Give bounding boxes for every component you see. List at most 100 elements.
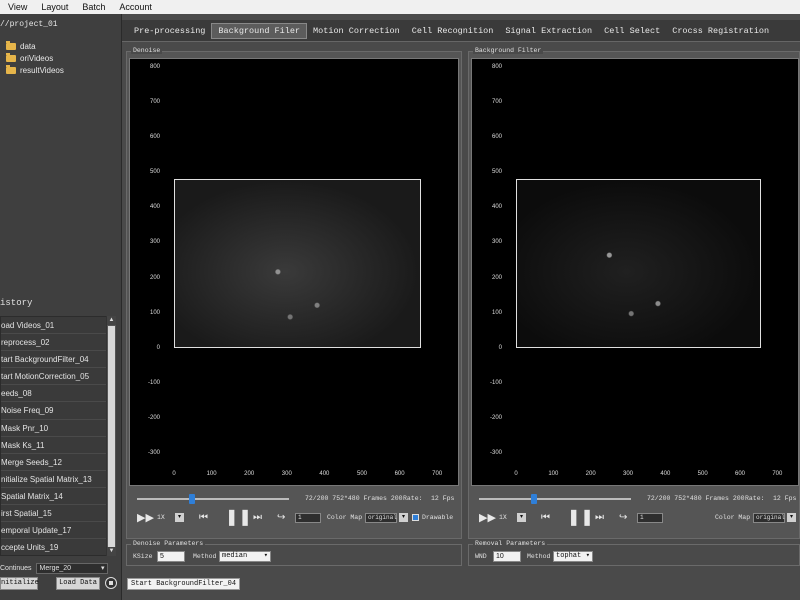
tab-cell-recognition[interactable]: Cell Recognition	[406, 24, 500, 38]
removal-params-title: Removal Parameters	[473, 540, 548, 547]
scroll-down-icon[interactable]: ▼	[107, 547, 116, 556]
history-item[interactable]: tart MotionCorrection_05	[1, 368, 115, 386]
skip-back-icon[interactable]: ⏮	[199, 513, 208, 523]
fast-forward-icon[interactable]: ▶▶	[137, 513, 154, 524]
denoise-title: Denoise	[131, 47, 163, 54]
folder-data[interactable]: data	[6, 40, 64, 52]
tab-motion-correction[interactable]: Motion Correction	[307, 24, 406, 38]
tab-background-filer[interactable]: Background Filer	[211, 22, 308, 39]
denoise-step-input[interactable]: 1	[295, 513, 321, 523]
history-item[interactable]: Spatial Matrix_14	[1, 488, 115, 506]
continues-row: Continues Merge_20	[0, 563, 108, 574]
x-tick-label: 600	[394, 471, 405, 477]
history-item[interactable]: Mask Ks_11	[1, 437, 115, 454]
tab-pre-processing[interactable]: Pre-processing	[128, 24, 211, 38]
skip-forward-icon[interactable]: ⏭	[253, 513, 262, 523]
y-tick-label: 600	[149, 134, 160, 141]
history-item[interactable]: ccepte Units_19	[1, 539, 115, 555]
y-tick-label: 0	[156, 344, 160, 351]
skip-forward-icon[interactable]: ⏭	[595, 513, 604, 523]
ksize-input[interactable]: 5	[157, 551, 185, 562]
y-tick-label: -300	[489, 450, 502, 456]
folder-resultvideos[interactable]: resultVideos	[6, 64, 64, 76]
history-list: oad Videos_01 reprocess_02 tart Background…	[0, 316, 116, 556]
removal-method-select[interactable]: tophat	[553, 551, 593, 562]
history-item[interactable]: tart BackgroundFilter_04	[1, 351, 115, 369]
denoise-method-select[interactable]: median	[219, 551, 271, 562]
y-tick-label: 200	[491, 274, 502, 281]
denoise-slider-knob[interactable]	[188, 494, 195, 504]
folder-icon	[6, 64, 16, 74]
step-arrow-icon[interactable]: ↪	[619, 513, 627, 523]
tab-crocss-registration[interactable]: Crocss Registration	[666, 24, 775, 38]
speed-dropdown-icon[interactable]: ▾	[175, 513, 184, 522]
denoise-colormap-select[interactable]: original	[365, 513, 397, 523]
step-arrow-icon[interactable]: ↪	[277, 513, 285, 523]
folder-orivideos[interactable]: oriVideos	[6, 52, 64, 64]
folder-icon	[6, 52, 16, 62]
bgfilter-plot: 800 700 600 500 400 300 200 100 0 -100 -200 -300 0 10…	[471, 58, 799, 486]
menu-layout[interactable]: Layout	[41, 2, 68, 12]
y-tick-label: 800	[491, 64, 502, 70]
history-item[interactable]: irst Spatial_15	[1, 505, 115, 523]
initialize-button[interactable]: nitialize	[0, 577, 39, 590]
history-item[interactable]: eeds_08	[1, 385, 115, 403]
x-tick-label: 0	[514, 471, 518, 477]
history-item[interactable]: nitialize Spatial Matrix_13	[1, 471, 115, 488]
wnd-input[interactable]: 10	[493, 551, 521, 562]
history-item[interactable]: reprocess_02	[1, 334, 115, 352]
bgfilter-slider-knob[interactable]	[530, 494, 537, 504]
menu-batch[interactable]: Batch	[82, 2, 105, 12]
stop-icon[interactable]	[105, 577, 117, 589]
bgfilter-rate-value: 12 Fps	[773, 495, 797, 502]
bgfilter-step-input[interactable]: 1	[637, 513, 663, 523]
continues-select[interactable]: Merge_20	[35, 563, 108, 574]
y-tick-label: -200	[147, 414, 160, 421]
skip-back-icon[interactable]: ⏮	[541, 513, 550, 523]
drawable-checkbox[interactable]	[412, 514, 419, 521]
history-scrollbar[interactable]: ▲ ▼	[106, 316, 116, 556]
y-tick-label: -100	[489, 379, 502, 386]
bgfilter-colormap-select[interactable]: original	[753, 513, 785, 523]
scroll-up-icon[interactable]: ▲	[107, 316, 116, 325]
denoise-frame-info: 72/200 752*480 Frames 200	[305, 495, 403, 502]
y-tick-label: 600	[491, 134, 502, 141]
history-item[interactable]: emporal Update_17	[1, 522, 115, 540]
folder-icon	[6, 40, 16, 50]
load-data-button[interactable]: Load Data	[56, 577, 100, 590]
history-item[interactable]: oad Videos_01	[1, 317, 115, 335]
folder-label: oriVideos	[20, 53, 54, 63]
y-tick-label: 700	[491, 99, 502, 106]
bgfilter-colormap-label: Color Map	[715, 514, 751, 521]
menu-account[interactable]: Account	[119, 2, 152, 12]
tab-signal-extraction[interactable]: Signal Extraction	[499, 24, 598, 38]
x-tick-label: 300	[281, 471, 292, 477]
history-item[interactable]: Mask Pnr_10	[1, 420, 115, 437]
continues-label: Continues	[0, 565, 32, 572]
y-tick-label: 400	[491, 204, 502, 211]
pause-icon[interactable]: ❚❚	[567, 510, 594, 526]
project-title: //project_01	[0, 20, 58, 29]
bgfilter-title: Background Filter	[473, 47, 544, 54]
bgfilter-frame-slider[interactable]	[479, 498, 631, 500]
history-item[interactable]: Noise Freq_09	[1, 402, 115, 420]
denoise-frame-slider[interactable]	[137, 498, 289, 500]
history-item[interactable]: Merge Seeds_12	[1, 454, 115, 471]
speed-dropdown-icon[interactable]: ▾	[517, 513, 526, 522]
pause-icon[interactable]: ❚❚	[225, 510, 252, 526]
fast-forward-icon[interactable]: ▶▶	[479, 513, 496, 524]
colormap-dropdown-icon[interactable]: ▾	[787, 513, 796, 522]
history-title: istory	[0, 298, 33, 308]
removal-method-label: Method	[527, 553, 551, 560]
menu-view[interactable]: View	[8, 2, 27, 12]
x-tick-label: 600	[734, 471, 745, 477]
colormap-dropdown-icon[interactable]: ▾	[399, 513, 408, 522]
drawable-label: Drawable	[422, 514, 454, 521]
scroll-thumb[interactable]	[108, 326, 115, 550]
y-tick-label: 100	[491, 309, 502, 316]
denoise-rate-value: 12 Fps	[431, 495, 455, 502]
denoise-method-label: Method	[193, 553, 217, 560]
folder-label: resultVideos	[20, 65, 64, 75]
tab-cell-select[interactable]: Cell Select	[598, 24, 666, 38]
folder-label: data	[20, 41, 36, 51]
